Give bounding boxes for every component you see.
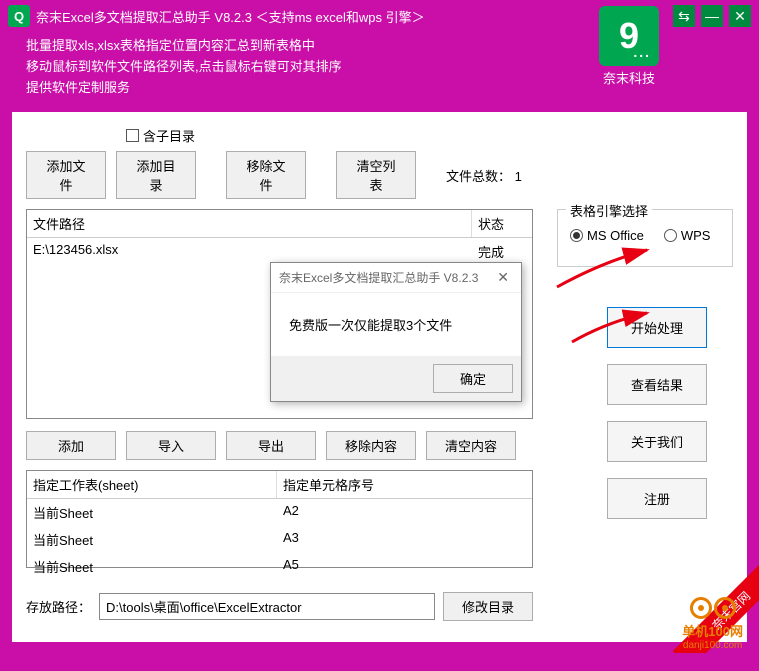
col-header-sheet: 指定工作表(sheet): [27, 471, 277, 498]
file-count-label: 文件总数：: [446, 169, 511, 184]
app-title: 奈末Excel多文档提取汇总助手 V8.2.3 ＜支持ms excel和wps …: [36, 7, 673, 26]
dialog-title: 奈末Excel多文档提取汇总助手 V8.2.3: [279, 269, 493, 286]
cell-path: E:\123456.xlsx: [27, 238, 472, 265]
export-button[interactable]: 导出: [226, 431, 316, 460]
clear-content-button[interactable]: 清空内容: [426, 431, 516, 460]
cell-sheet: 当前Sheet: [27, 499, 277, 526]
change-dir-button[interactable]: 修改目录: [443, 592, 533, 621]
watermark-name: 单机100网: [682, 621, 743, 640]
app-icon: Q: [8, 5, 30, 27]
brand-logo-icon: 9: [599, 6, 659, 66]
cell-range: A3: [277, 526, 532, 553]
remove-file-button[interactable]: 移除文件: [226, 151, 306, 199]
sheet-table[interactable]: 指定工作表(sheet) 指定单元格序号 当前Sheet A2 当前Sheet …: [26, 470, 533, 568]
cell-range: A2: [277, 499, 532, 526]
close-button[interactable]: ✕: [729, 5, 751, 27]
dialog-close-button[interactable]: ✕: [493, 269, 513, 286]
cell-range: A5: [277, 553, 532, 580]
brand-logo-text: 奈末科技: [599, 68, 659, 87]
clear-list-button[interactable]: 清空列表: [336, 151, 416, 199]
radio-label-wps: WPS: [681, 228, 711, 243]
main-panel: 含子目录 添加文件 添加目录 移除文件 清空列表 文件总数： 1 文件路径 状态: [12, 112, 747, 642]
add-dir-button[interactable]: 添加目录: [116, 151, 196, 199]
cell-sheet: 当前Sheet: [27, 553, 277, 580]
sheet-table-header: 指定工作表(sheet) 指定单元格序号: [27, 471, 532, 499]
add-row-button[interactable]: 添加: [26, 431, 116, 460]
col-header-path: 文件路径: [27, 210, 472, 237]
pin-button[interactable]: ⇆: [673, 5, 695, 27]
import-button[interactable]: 导入: [126, 431, 216, 460]
radio-ms-office[interactable]: MS Office: [570, 228, 644, 243]
engine-group-title: 表格引擎选择: [566, 201, 652, 220]
watermark-circle-icon: [714, 597, 736, 619]
watermark-logo: 单机100网 danji100.com: [682, 597, 743, 651]
table-row[interactable]: 当前Sheet A5: [27, 553, 532, 580]
save-path-label: 存放路径：: [26, 597, 91, 616]
about-button[interactable]: 关于我们: [607, 421, 707, 462]
table-row[interactable]: E:\123456.xlsx 完成: [27, 238, 532, 265]
remove-content-button[interactable]: 移除内容: [326, 431, 416, 460]
brand-logo: 9 奈末科技: [599, 6, 659, 87]
dialog-body-text: 免费版一次仅能提取3个文件: [271, 293, 521, 356]
col-header-status: 状态: [472, 210, 532, 237]
checkbox-box-icon: [126, 129, 139, 142]
alert-dialog: 奈末Excel多文档提取汇总助手 V8.2.3 ✕ 免费版一次仅能提取3个文件 …: [270, 262, 522, 402]
engine-groupbox: 表格引擎选择 MS Office WPS: [557, 209, 733, 267]
start-process-button[interactable]: 开始处理: [607, 307, 707, 348]
minimize-button[interactable]: —: [701, 5, 723, 27]
radio-label-ms: MS Office: [587, 228, 644, 243]
add-file-button[interactable]: 添加文件: [26, 151, 106, 199]
file-count-value: 1: [515, 169, 522, 184]
watermark-circle-icon: [690, 597, 712, 619]
radio-circle-icon: [570, 229, 583, 242]
cell-sheet: 当前Sheet: [27, 526, 277, 553]
radio-wps[interactable]: WPS: [664, 228, 711, 243]
save-path-input[interactable]: D:\tools\桌面\office\ExcelExtractor: [99, 593, 435, 620]
table-row[interactable]: 当前Sheet A2: [27, 499, 532, 526]
checkbox-include-subdir[interactable]: 含子目录: [126, 126, 195, 145]
radio-circle-icon: [664, 229, 677, 242]
cell-status: 完成: [472, 238, 532, 265]
register-button[interactable]: 注册: [607, 478, 707, 519]
file-table-header: 文件路径 状态: [27, 210, 532, 238]
view-result-button[interactable]: 查看结果: [607, 364, 707, 405]
watermark-url: danji100.com: [682, 640, 743, 651]
checkbox-label: 含子目录: [143, 126, 195, 145]
col-header-cell: 指定单元格序号: [277, 471, 532, 498]
table-row[interactable]: 当前Sheet A3: [27, 526, 532, 553]
dialog-ok-button[interactable]: 确定: [433, 364, 513, 393]
